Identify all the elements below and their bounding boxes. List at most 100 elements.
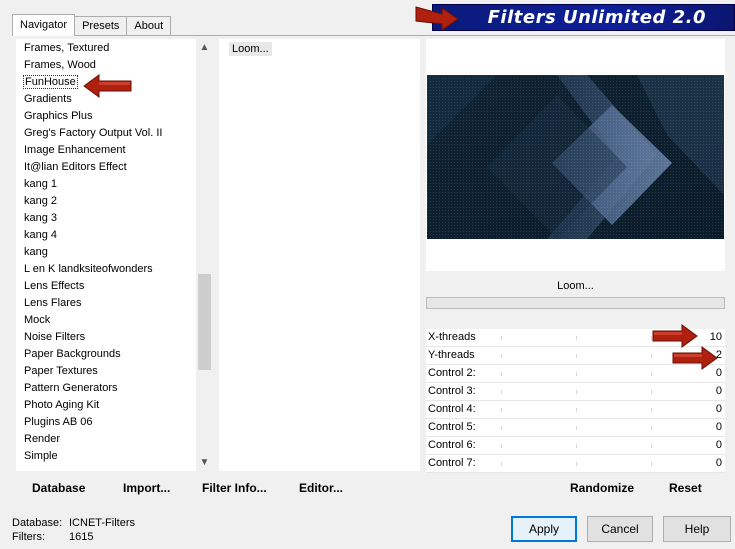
- filter-info-button[interactable]: Filter Info...: [202, 481, 267, 495]
- category-item[interactable]: Pattern Generators: [17, 380, 212, 397]
- category-item[interactable]: Greg's Factory Output Vol. II: [17, 125, 212, 142]
- slider-tick: [501, 444, 502, 448]
- slider-tick: [576, 444, 577, 448]
- status-info: Database: ICNET-Filters Filters: 1615: [12, 516, 135, 544]
- control-value: 0: [715, 403, 722, 415]
- preview-image: [427, 75, 724, 239]
- editor-button[interactable]: Editor...: [299, 481, 343, 495]
- category-item-label: kang 1: [24, 178, 58, 190]
- scroll-thumb[interactable]: [198, 274, 211, 370]
- category-item[interactable]: Simple: [17, 448, 212, 465]
- arrow-right-icon: [672, 346, 718, 370]
- category-item[interactable]: Frames, Wood: [17, 57, 212, 74]
- control-label: Control 6:: [428, 439, 476, 451]
- app-title-banner: Filters Unlimited 2.0: [432, 4, 735, 31]
- category-scrollbar[interactable]: ▲ ▼: [196, 39, 213, 471]
- control-slider-row[interactable]: Control 7: 0: [426, 455, 725, 473]
- control-slider-row[interactable]: Control 6: 0: [426, 437, 725, 455]
- category-item-label: kang: [24, 246, 48, 258]
- category-item[interactable]: kang 2: [17, 193, 212, 210]
- filter-list[interactable]: Loom...: [219, 39, 420, 471]
- tab-about[interactable]: About: [126, 16, 172, 36]
- apply-button[interactable]: Apply: [511, 516, 577, 542]
- category-item[interactable]: kang 1: [17, 176, 212, 193]
- slider-tick: [576, 336, 577, 340]
- category-item-label: Lens Flares: [24, 297, 82, 309]
- control-slider-row[interactable]: Control 3: 0: [426, 383, 725, 401]
- help-button[interactable]: Help: [663, 516, 731, 542]
- category-item-label: Simple: [24, 450, 58, 462]
- category-item-label: Graphics Plus: [24, 110, 93, 122]
- control-value: 10: [709, 331, 722, 343]
- category-item-label: Mock: [24, 314, 51, 326]
- slider-tick: [651, 444, 652, 448]
- control-slider-row[interactable]: Control 4: 0: [426, 401, 725, 419]
- category-item-label: Render: [24, 433, 61, 445]
- category-item[interactable]: Graphics Plus: [17, 108, 212, 125]
- filter-item-loom[interactable]: Loom...: [229, 42, 272, 56]
- category-item[interactable]: kang 3: [17, 210, 212, 227]
- control-slider-row[interactable]: Control 5: 0: [426, 419, 725, 437]
- slider-tick: [501, 354, 502, 358]
- category-item[interactable]: Lens Flares: [17, 295, 212, 312]
- slider-tick: [501, 336, 502, 340]
- slider-tick: [576, 372, 577, 376]
- category-item[interactable]: Image Enhancement: [17, 142, 212, 159]
- right-button-bar: Randomize Reset: [426, 475, 725, 499]
- control-value: 0: [715, 457, 722, 469]
- category-item-label: Gradients: [24, 93, 72, 105]
- import-button[interactable]: Import...: [123, 481, 170, 495]
- category-item[interactable]: Plugins AB 06: [17, 414, 212, 431]
- arrow-right-icon: [415, 6, 459, 31]
- category-item[interactable]: L en K landksiteofwonders: [17, 261, 212, 278]
- category-item[interactable]: It@lian Editors Effect: [17, 159, 212, 176]
- category-item[interactable]: Paper Textures: [17, 363, 212, 380]
- category-item[interactable]: Lens Effects: [17, 278, 212, 295]
- category-item-label: kang 2: [24, 195, 58, 207]
- control-value: 0: [715, 385, 722, 397]
- category-item-label: Frames, Textured: [24, 42, 110, 54]
- category-item[interactable]: Frames, Textured: [17, 40, 212, 57]
- tab-presets[interactable]: Presets: [74, 16, 128, 36]
- slider-tick: [651, 426, 652, 430]
- scroll-down-icon[interactable]: ▼: [196, 454, 213, 471]
- category-item-label: Plugins AB 06: [24, 416, 93, 428]
- current-filter-name: Loom...: [426, 274, 725, 298]
- arrow-left-icon: [83, 74, 132, 98]
- category-list[interactable]: Frames, Textured Frames, Wood FunHouse Grad…: [16, 39, 213, 471]
- cancel-button[interactable]: Cancel: [587, 516, 653, 542]
- category-item-label: Greg's Factory Output Vol. II: [24, 127, 163, 139]
- progress-bar: [426, 297, 725, 309]
- category-item[interactable]: Render: [17, 431, 212, 448]
- database-button[interactable]: Database: [32, 481, 85, 495]
- slider-tick: [651, 390, 652, 394]
- slider-tick: [501, 462, 502, 466]
- category-item[interactable]: kang: [17, 244, 212, 261]
- reset-button[interactable]: Reset: [669, 481, 702, 495]
- filters-label: Filters:: [12, 531, 45, 543]
- category-item-label: kang 3: [24, 212, 58, 224]
- category-item[interactable]: Noise Filters: [17, 329, 212, 346]
- control-value: 0: [715, 421, 722, 433]
- control-label: Control 2:: [428, 367, 476, 379]
- scroll-up-icon[interactable]: ▲: [196, 39, 213, 56]
- app-title: Filters Unlimited 2.0: [487, 7, 706, 28]
- control-label: Control 5:: [428, 421, 476, 433]
- category-item[interactable]: Photo Aging Kit: [17, 397, 212, 414]
- slider-tick: [501, 408, 502, 412]
- category-item-label: kang 4: [24, 229, 58, 241]
- randomize-button[interactable]: Randomize: [570, 481, 634, 495]
- left-button-bar: Database Import... Filter Info... Editor…: [16, 475, 420, 499]
- slider-tick: [651, 354, 652, 358]
- slider-tick: [501, 426, 502, 430]
- database-value: ICNET-Filters: [69, 517, 135, 529]
- control-label: X-threads: [428, 331, 476, 343]
- category-item[interactable]: kang 4: [17, 227, 212, 244]
- tab-navigator[interactable]: Navigator: [12, 14, 76, 36]
- control-label: Control 7:: [428, 457, 476, 469]
- category-item[interactable]: Mock: [17, 312, 212, 329]
- category-item-label: L en K landksiteofwonders: [24, 263, 153, 275]
- slider-tick: [576, 408, 577, 412]
- category-item-label: Image Enhancement: [24, 144, 126, 156]
- category-item[interactable]: Paper Backgrounds: [17, 346, 212, 363]
